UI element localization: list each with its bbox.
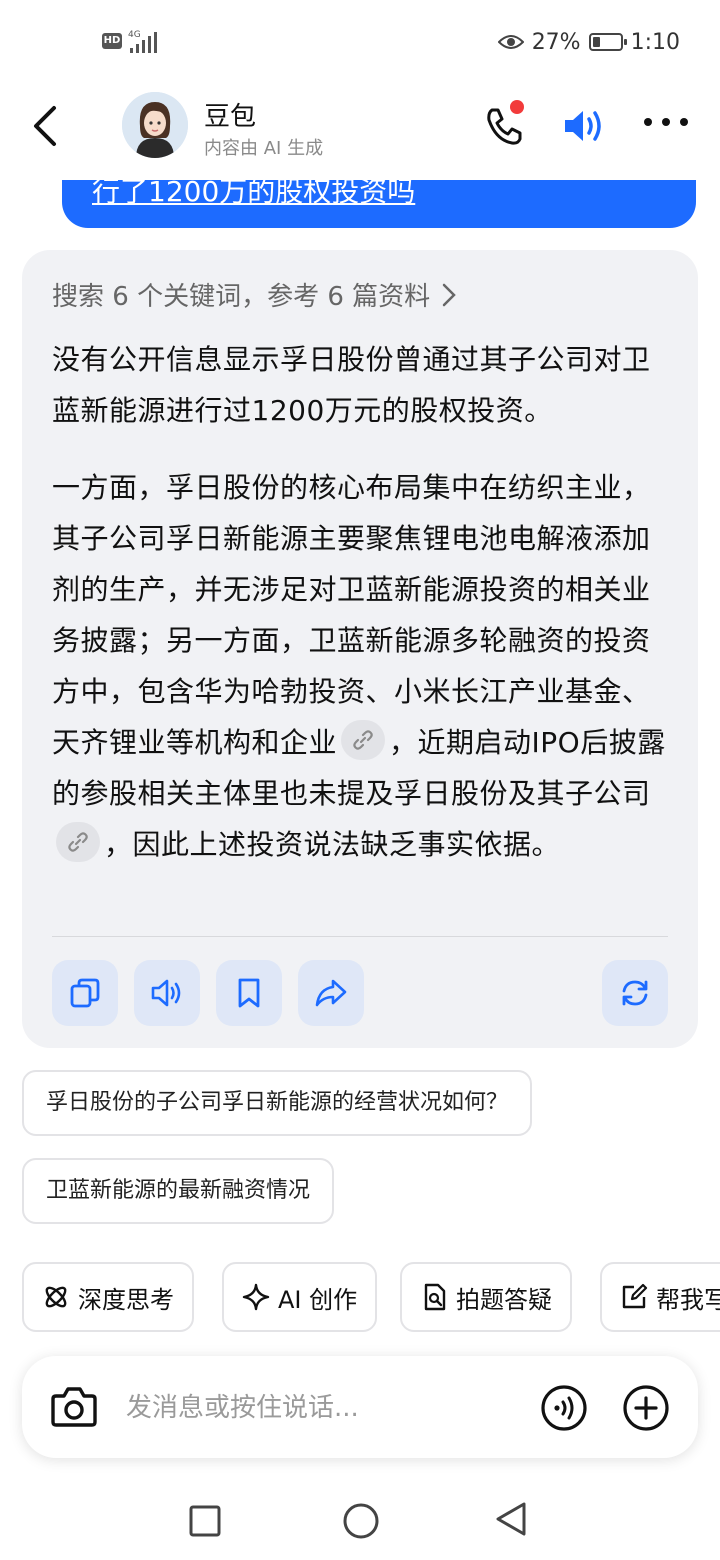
clock: 1:10 — [630, 29, 680, 55]
status-right: 27% 1:10 — [497, 28, 680, 56]
camera-icon[interactable] — [50, 1384, 98, 1430]
tool-label: AI 创作 — [278, 1285, 358, 1314]
reply-paragraph-2-text-3: ，因此上述投资说法缺乏事实依据。 — [104, 828, 561, 861]
chat-title: 豆包 — [204, 102, 257, 132]
photo-question-icon — [424, 1283, 446, 1311]
network-type: 4G — [128, 30, 141, 40]
status-bar: HD 4G 27% 1:10 — [0, 0, 720, 80]
eye-icon — [497, 35, 524, 49]
bookmark-icon — [238, 978, 260, 1008]
tool-photo-question-button[interactable]: 拍题答疑 — [400, 1262, 572, 1332]
chevron-right-icon — [442, 283, 456, 306]
system-nav-bar — [0, 1480, 720, 1560]
recent-apps-icon[interactable] — [188, 1504, 222, 1538]
refresh-icon — [622, 980, 648, 1006]
plus-icon[interactable] — [622, 1384, 670, 1432]
more-options-icon[interactable] — [644, 118, 688, 132]
nav-back-icon[interactable] — [494, 1500, 530, 1538]
ai-reply-card: 搜索 6 个关键词，参考 6 篇资料 没有公开信息显示孚日股份曾通过其子公司对卫… — [22, 250, 698, 1048]
bookmark-button[interactable] — [216, 960, 282, 1026]
copy-icon — [70, 978, 100, 1008]
suggested-question[interactable]: 卫蓝新能源的最新融资情况 — [22, 1158, 335, 1224]
suggested-question[interactable]: 孚日股份的子公司孚日新能源的经营状况如何？ — [22, 1070, 533, 1136]
reply-paragraph-1: 没有公开信息显示孚日股份曾通过其子公司对卫蓝新能源进行过1200万元的股权投资。 — [52, 343, 651, 427]
avatar[interactable] — [122, 92, 188, 158]
message-input-bar — [22, 1356, 698, 1458]
share-button[interactable] — [298, 960, 364, 1026]
back-arrow-icon[interactable] — [28, 104, 64, 148]
tool-ai-create-button[interactable]: AI 创作 — [222, 1262, 378, 1332]
home-icon[interactable] — [342, 1502, 380, 1540]
speaker-outline-icon — [151, 979, 181, 1007]
atom-icon — [45, 1286, 67, 1308]
battery-percent: 27% — [531, 29, 581, 55]
regenerate-button[interactable] — [602, 960, 668, 1026]
tool-label: 拍题答疑 — [456, 1285, 552, 1314]
sparkle-icon — [242, 1283, 270, 1311]
chat-header: 豆包 内容由 AI 生成 — [0, 80, 720, 180]
divider — [52, 936, 668, 937]
reply-paragraph-2: 一方面，孚日股份的核心布局集中在纺织主业，其子公司孚日新能源主要聚焦锂电池电解液… — [52, 462, 672, 870]
reference-link-icon[interactable] — [341, 720, 386, 760]
notification-dot — [510, 100, 524, 114]
chat-subtitle: 内容由 AI 生成 — [204, 138, 324, 159]
copy-button[interactable] — [52, 960, 118, 1026]
tool-deep-thinking-button[interactable]: 深度思考 — [22, 1262, 194, 1332]
search-summary-text: 搜索 6 个关键词，参考 6 篇资料 — [52, 282, 431, 312]
read-aloud-button[interactable] — [134, 960, 200, 1026]
tool-chip-row: 深度思考 AI 创作 拍题答疑 帮我写 — [0, 1262, 720, 1334]
voice-input-icon[interactable] — [540, 1384, 588, 1432]
signal-icon: 4G — [128, 30, 157, 53]
tool-help-me-write-button[interactable]: 帮我写 — [600, 1262, 720, 1332]
reply-paragraph-2-text-1: 一方面，孚日股份的核心布局集中在纺织主业，其子公司孚日新能源主要聚焦锂电池电解液… — [52, 471, 651, 759]
tool-label: 深度思考 — [78, 1285, 174, 1314]
message-input[interactable] — [126, 1386, 526, 1430]
hd-badge: HD — [102, 33, 122, 49]
speaker-icon[interactable] — [562, 106, 608, 146]
reference-link-icon[interactable] — [56, 822, 100, 862]
tool-label: 帮我写 — [656, 1285, 720, 1314]
edit-icon — [622, 1283, 648, 1309]
search-summary[interactable]: 搜索 6 个关键词，参考 6 篇资料 — [52, 276, 456, 313]
share-icon — [315, 979, 347, 1007]
battery-icon — [588, 33, 627, 51]
